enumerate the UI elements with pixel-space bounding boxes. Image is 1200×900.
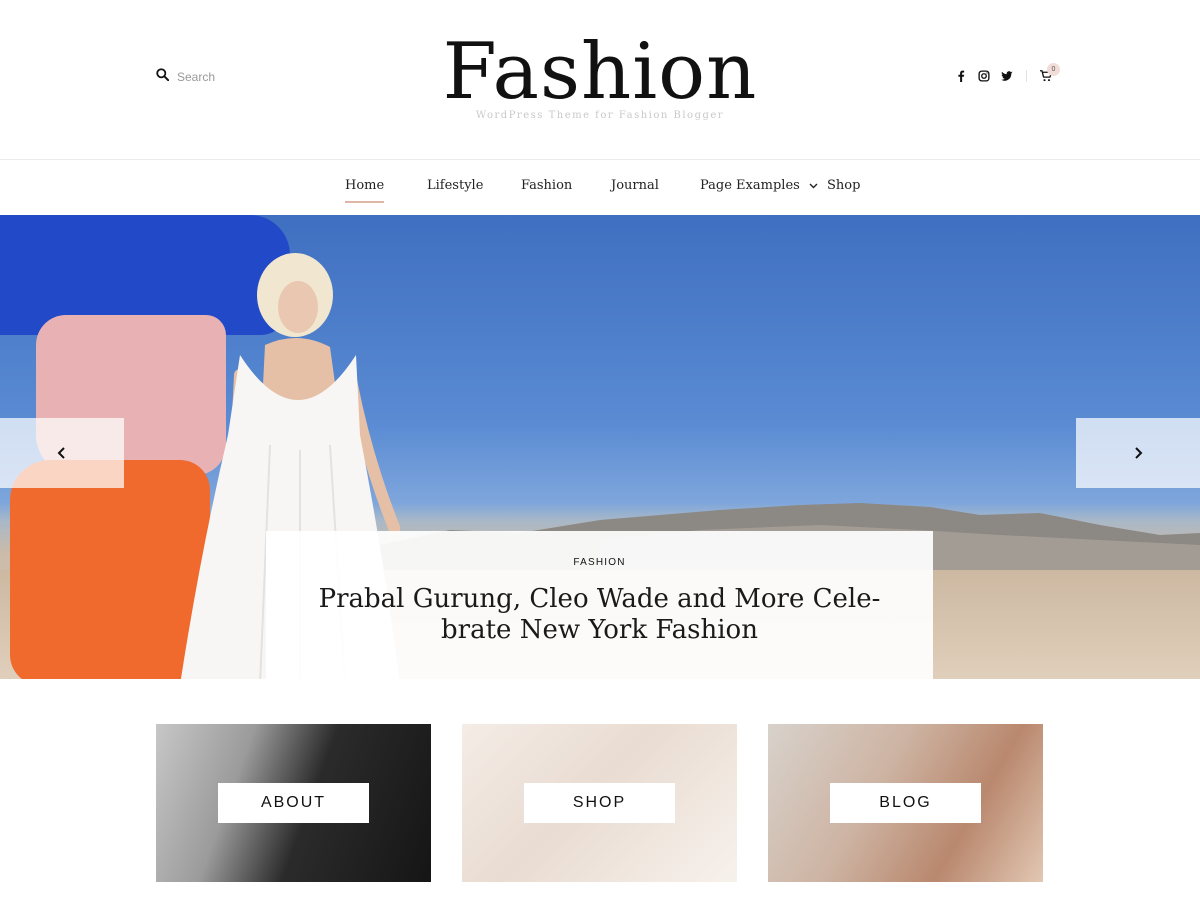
nav-item-page-examples[interactable]: Page Examples: [700, 178, 818, 193]
slide-caption: FASHION Prabal Gurung, Cleo Wade and Mor…: [266, 531, 933, 679]
promo-shop-label[interactable]: SHOP: [524, 783, 675, 823]
chevron-right-icon: [1135, 447, 1143, 459]
nav-item-label: Home: [345, 178, 385, 193]
nav-item-journal[interactable]: Journal: [611, 178, 659, 193]
hero-slider: FASHION Prabal Gurung, Cleo Wade and Mor…: [0, 215, 1200, 679]
active-underline: [345, 201, 385, 203]
promo-blog[interactable]: BLOG: [768, 724, 1043, 882]
cart-count-badge: 0: [1047, 63, 1060, 76]
main-navigation: Home Lifestyle Fashion Journal Page Exam…: [0, 160, 1200, 215]
twitter-icon[interactable]: [1001, 70, 1013, 82]
promo-about-label[interactable]: ABOUT: [218, 783, 369, 823]
nav-item-label: Lifestyle: [427, 178, 484, 193]
nav-item-home[interactable]: Home: [345, 178, 385, 203]
instagram-icon[interactable]: [978, 70, 990, 82]
nav-item-fashion[interactable]: Fashion: [521, 178, 572, 193]
site-header: Fashion WordPress Theme for Fashion Blog…: [0, 0, 1200, 160]
nav-item-label: Page Examples: [700, 178, 800, 193]
promo-blog-label[interactable]: BLOG: [830, 783, 981, 823]
chevron-left-icon: [57, 447, 65, 459]
slide-category-link[interactable]: FASHION: [266, 557, 933, 568]
nav-item-label: Fashion: [521, 178, 573, 193]
cart-button[interactable]: 0: [1040, 63, 1060, 82]
nav-item-shop[interactable]: Shop: [827, 178, 860, 193]
facebook-icon[interactable]: [955, 70, 967, 82]
promo-shop[interactable]: SHOP: [462, 724, 737, 882]
nav-item-label: Shop: [827, 178, 861, 193]
nav-item-lifestyle[interactable]: Lifestyle: [427, 178, 483, 193]
chevron-down-icon: [809, 178, 818, 193]
social-divider: [1026, 70, 1027, 82]
promo-about[interactable]: ABOUT: [156, 724, 431, 882]
slide-title-link[interactable]: Prabal Gurung, Cleo Wade and More Cele-b…: [300, 584, 900, 646]
nav-item-label: Journal: [611, 178, 659, 193]
slider-next-button[interactable]: [1076, 418, 1200, 488]
slider-prev-button[interactable]: [0, 418, 124, 488]
header-social: 0: [955, 63, 1060, 82]
site-tagline: WordPress Theme for Fashion Blogger: [475, 110, 725, 121]
